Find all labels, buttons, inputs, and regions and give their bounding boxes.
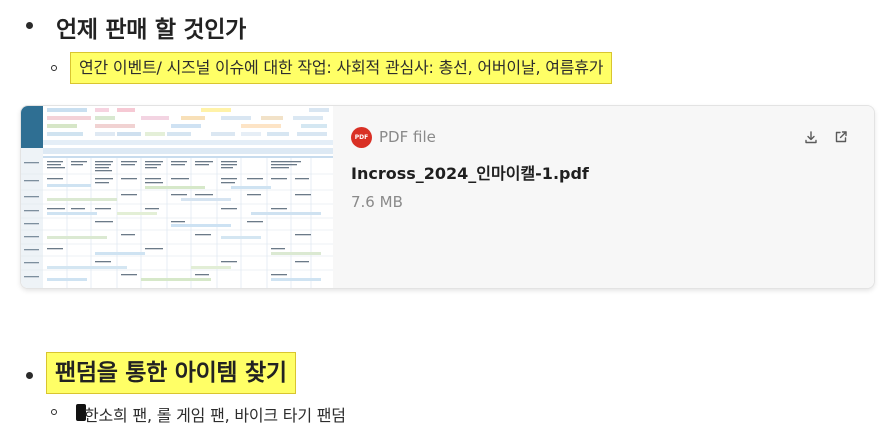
bullet (26, 22, 33, 29)
pdf-thumbnail (21, 106, 333, 288)
bullet (26, 372, 33, 379)
section-heading-fandom: 팬덤을 통한 아이템 찾기 (46, 352, 296, 394)
subitem-fandoms: 한소희 팬, 롤 게임 팬, 바이크 타기 팬덤 (84, 406, 346, 425)
file-type-label: PDF file (379, 128, 436, 146)
attachment-info: PDF PDF file Incross_2024_인마이캘-1.pdf 7.6… (333, 106, 874, 288)
download-icon (805, 131, 817, 144)
download-button[interactable] (802, 128, 820, 146)
highlighted-subitem-seasonal: 연간 이벤트/ 시즈널 이슈에 대한 작업: 사회적 관심사: 총선, 어버이날… (70, 52, 613, 84)
file-size: 7.6 MB (351, 193, 403, 211)
section-heading-when-to-sell: 언제 판매 할 것인가 (56, 17, 247, 43)
file-name[interactable]: Incross_2024_인마이캘-1.pdf (351, 160, 589, 184)
sub-bullet (51, 65, 57, 71)
sub-bullet (51, 409, 57, 415)
open-external-icon (835, 131, 847, 143)
pdf-attachment-card[interactable]: PDF PDF file Incross_2024_인마이캘-1.pdf 7.6… (20, 105, 875, 289)
pdf-icon: PDF (351, 127, 372, 148)
open-external-button[interactable] (832, 128, 850, 146)
